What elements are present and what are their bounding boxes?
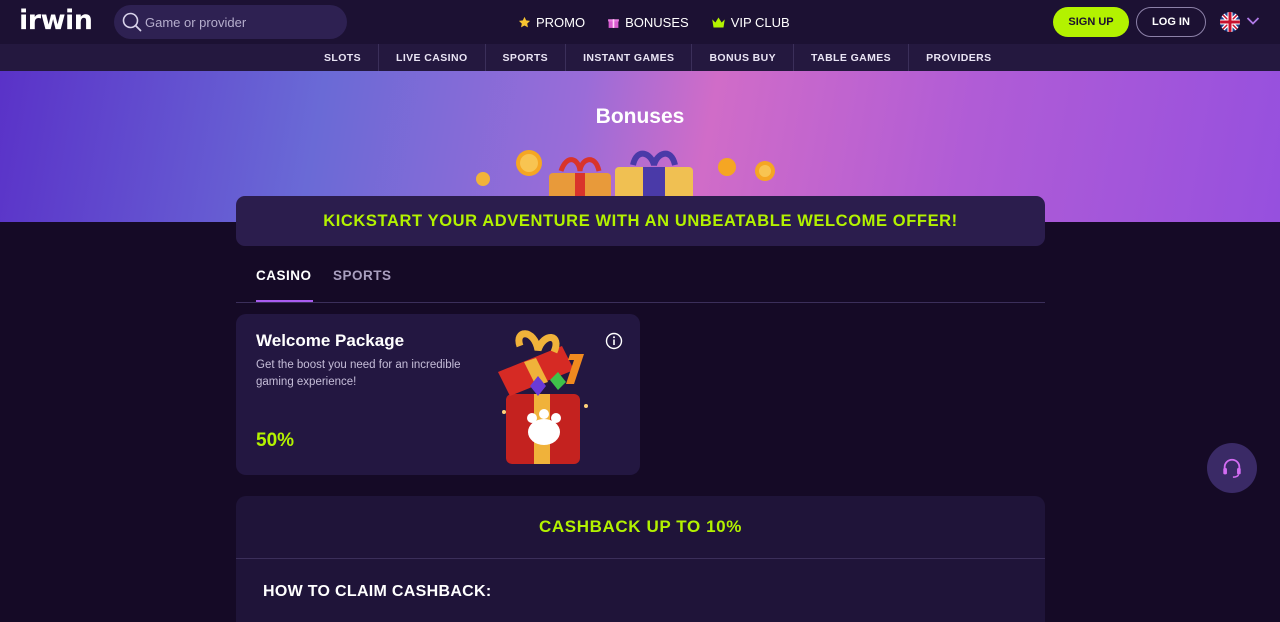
category-slots[interactable]: SLOTS [307,44,380,71]
nav-promo[interactable]: PROMO [518,15,585,30]
cashback-title: CASHBACK UP TO 10% [539,517,742,536]
uk-flag-icon[interactable] [1220,12,1240,32]
category-instant-games[interactable]: INSTANT GAMES [566,44,693,71]
cashback-section: CASHBACK UP TO 10% HOW TO CLAIM CASHBACK… [236,496,1045,622]
category-nav: SLOTS LIVE CASINO SPORTS INSTANT GAMES B… [0,44,1280,71]
signup-button[interactable]: SIGN UP [1053,7,1129,37]
card-value: 50% [256,430,295,451]
welcome-offer-banner: KICKSTART YOUR ADVENTURE WITH AN UNBEATA… [236,196,1045,246]
category-table-games[interactable]: TABLE GAMES [794,44,910,71]
support-chat-button[interactable] [1207,443,1257,493]
active-tab-indicator [256,300,313,302]
login-button[interactable]: LOG IN [1136,7,1206,37]
cashback-header: CASHBACK UP TO 10% [236,496,1045,559]
nav-bonuses[interactable]: BONUSES [607,15,689,30]
category-live-casino[interactable]: LIVE CASINO [379,44,486,71]
nav-bonuses-label: BONUSES [625,14,689,30]
category-sports[interactable]: SPORTS [486,44,567,71]
tab-casino[interactable]: CASINO [256,268,312,283]
chevron-down-icon[interactable] [1246,16,1260,26]
welcome-package-card[interactable]: Welcome Package Get the boost you need f… [236,314,640,475]
card-title: Welcome Package [256,331,405,350]
headset-icon [1223,458,1241,478]
top-bar: irwin PROMO BONUSES VIP CLUB SIGN UP LOG… [0,0,1280,44]
nav-vip-club[interactable]: VIP CLUB [711,15,790,30]
category-bonus-buy[interactable]: BONUS BUY [692,44,795,71]
star-icon [518,16,531,27]
top-nav: PROMO BONUSES VIP CLUB [518,0,790,44]
nav-vip-club-label: VIP CLUB [730,14,790,30]
bonus-tabs: CASINO SPORTS [236,258,1045,303]
tab-sports[interactable]: SPORTS [333,268,392,283]
page-title: Bonuses [595,105,685,128]
crown-icon [711,17,725,27]
welcome-offer-text: KICKSTART YOUR ADVENTURE WITH AN UNBEATA… [323,211,958,230]
search-icon [122,12,142,32]
category-providers[interactable]: PROVIDERS [909,44,1008,71]
logo[interactable]: irwin [19,5,93,36]
card-description: Get the boost you need for an incredible… [256,359,461,388]
search-bar[interactable] [114,5,347,39]
nav-promo-label: PROMO [536,14,586,30]
search-input[interactable] [145,14,335,30]
gift-icon [608,18,620,28]
gift-box-illustration [498,330,588,464]
cashback-claim-heading: HOW TO CLAIM CASHBACK: [263,583,492,600]
